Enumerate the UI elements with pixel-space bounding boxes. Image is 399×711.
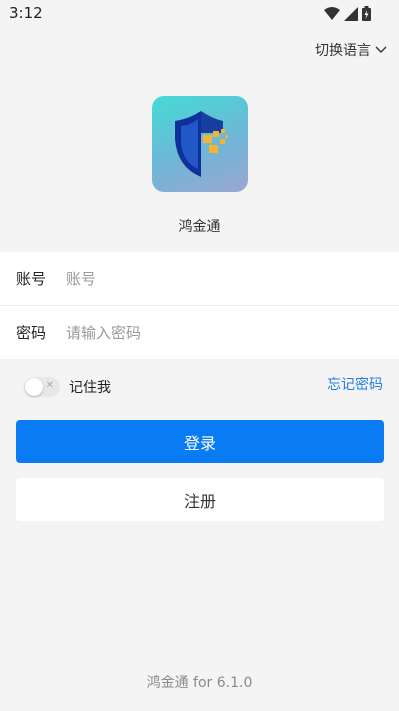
toggle-knob bbox=[25, 378, 43, 396]
account-label: 账号 bbox=[16, 270, 47, 288]
wifi-icon bbox=[324, 6, 340, 20]
app-name: 鸿金通 bbox=[178, 219, 221, 235]
password-row: 密码 bbox=[0, 305, 399, 359]
password-input[interactable] bbox=[64, 322, 368, 343]
battery-icon bbox=[362, 6, 371, 21]
remember-me: ✕ 记住我 bbox=[24, 377, 111, 397]
app-logo bbox=[152, 96, 248, 192]
login-button[interactable]: 登录 bbox=[16, 420, 384, 463]
account-row: 账号 bbox=[0, 252, 399, 305]
app-version: 鸿金通 for 6.1.0 bbox=[146, 675, 253, 691]
login-form: 账号 密码 bbox=[0, 252, 399, 359]
status-icons bbox=[324, 6, 371, 21]
status-time: 3:12 bbox=[9, 4, 43, 22]
account-input[interactable] bbox=[64, 268, 368, 289]
remember-me-label: 记住我 bbox=[69, 380, 111, 396]
password-label: 密码 bbox=[16, 324, 47, 342]
chevron-down-icon bbox=[375, 46, 387, 53]
status-bar: 3:12 bbox=[0, 0, 399, 28]
remember-me-toggle[interactable]: ✕ bbox=[24, 377, 60, 397]
shield-logo-icon bbox=[175, 111, 228, 177]
forgot-password-link[interactable]: 忘记密码 bbox=[327, 374, 383, 394]
signal-icon bbox=[344, 6, 358, 21]
language-switch-label: 切换语言 bbox=[315, 43, 371, 59]
language-switch[interactable]: 切换语言 bbox=[315, 40, 387, 60]
register-button[interactable]: 注册 bbox=[16, 478, 384, 521]
toggle-off-icon: ✕ bbox=[45, 380, 54, 391]
